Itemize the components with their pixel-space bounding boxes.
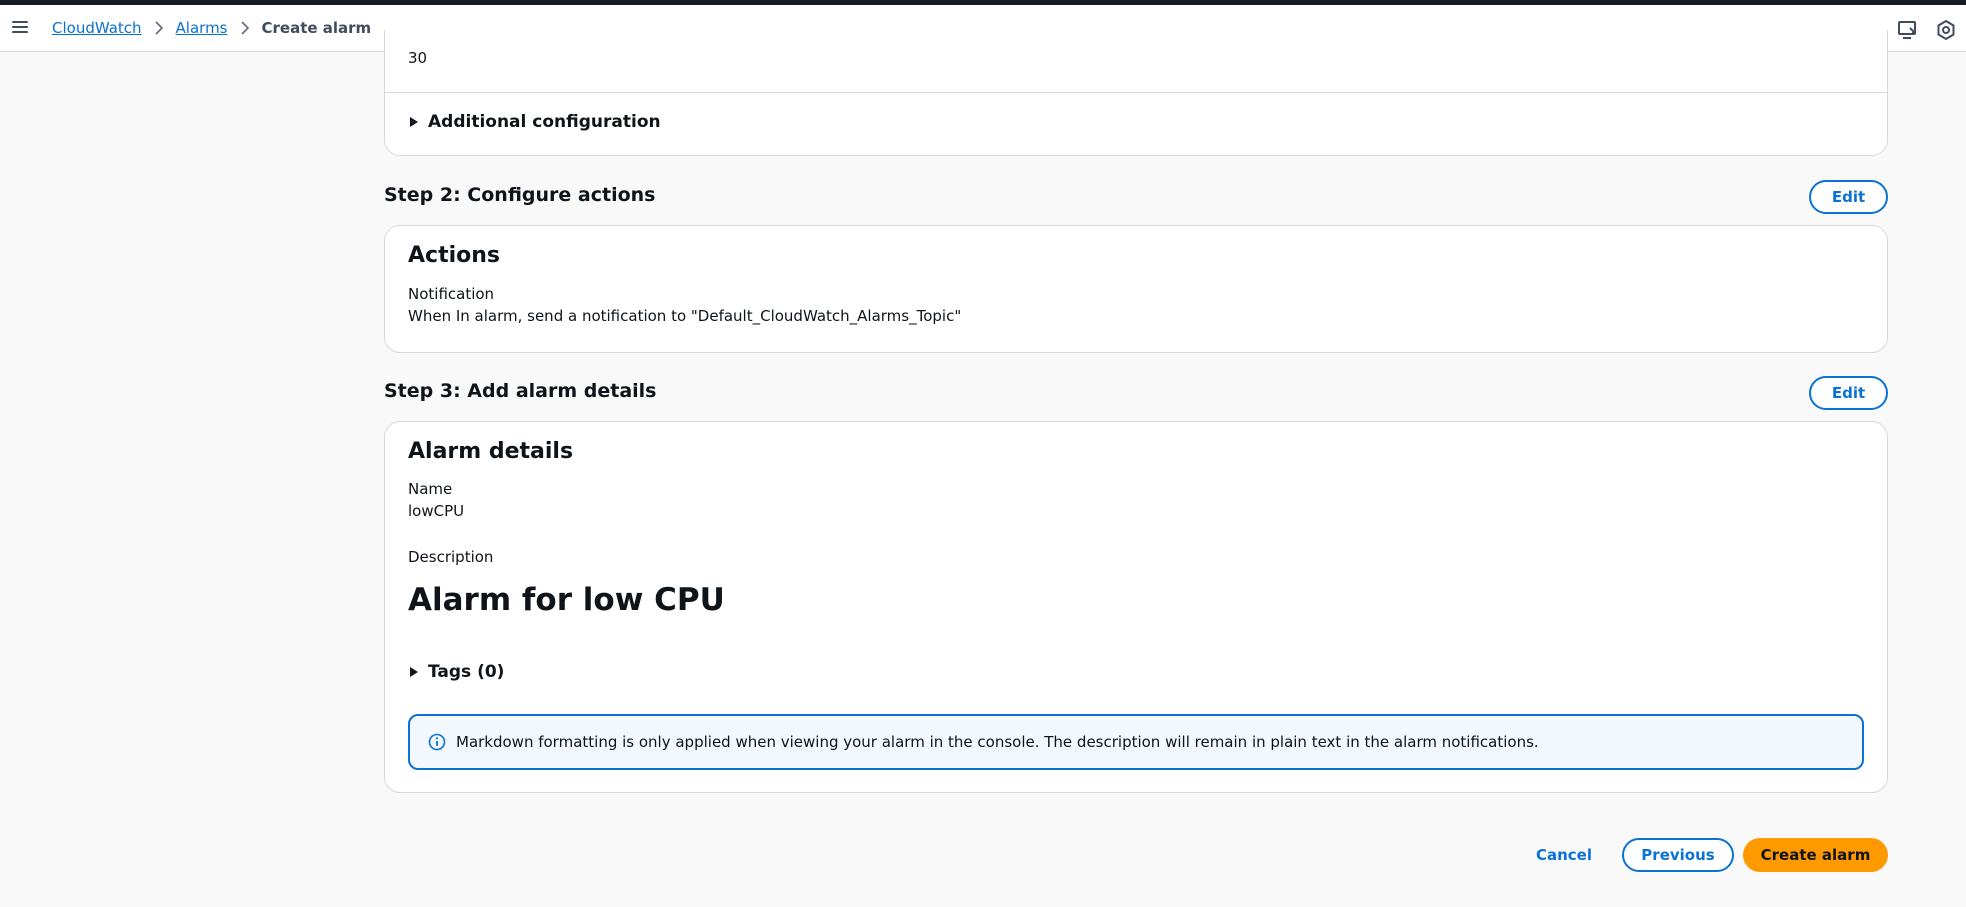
cancel-button[interactable]: Cancel xyxy=(1528,838,1600,872)
divider xyxy=(385,92,1887,93)
datapoints-value: 30 xyxy=(408,49,428,67)
notification-label: Notification xyxy=(408,285,495,303)
menu-icon[interactable] xyxy=(10,18,30,38)
step1-summary-card: 30 Additional configuration xyxy=(384,30,1888,156)
breadcrumb-current: Create alarm xyxy=(261,19,372,37)
chevron-right-icon xyxy=(240,20,250,36)
breadcrumb-cloudwatch[interactable]: CloudWatch xyxy=(52,19,142,37)
tags-label: Tags (0) xyxy=(428,662,505,682)
description-value: Alarm for low CPU xyxy=(408,582,725,618)
additional-configuration-expander[interactable]: Additional configuration xyxy=(410,112,661,132)
create-alarm-button[interactable]: Create alarm xyxy=(1743,838,1888,872)
cloudshell-icon[interactable] xyxy=(1896,18,1920,42)
actions-heading: Actions xyxy=(408,243,500,268)
markdown-info-alert: Markdown formatting is only applied when… xyxy=(408,714,1864,770)
additional-configuration-label: Additional configuration xyxy=(428,112,661,132)
alarm-details-card: Alarm details Name lowCPU Description Al… xyxy=(384,421,1888,793)
alarm-details-heading: Alarm details xyxy=(408,439,574,464)
settings-icon[interactable] xyxy=(1934,18,1958,42)
caret-right-icon xyxy=(410,117,418,127)
chevron-right-icon xyxy=(154,20,164,36)
description-label: Description xyxy=(408,548,494,566)
step2-title: Step 2: Configure actions xyxy=(384,184,656,206)
info-text: Markdown formatting is only applied when… xyxy=(456,733,1539,751)
tags-expander[interactable]: Tags (0) xyxy=(410,662,504,682)
info-icon xyxy=(428,733,446,751)
step2-edit-button[interactable]: Edit xyxy=(1809,180,1888,214)
previous-button[interactable]: Previous xyxy=(1622,838,1734,872)
step3-edit-button[interactable]: Edit xyxy=(1809,376,1888,410)
name-value: lowCPU xyxy=(408,502,465,520)
actions-card: Actions Notification When In alarm, send… xyxy=(384,225,1888,353)
step3-title: Step 3: Add alarm details xyxy=(384,380,657,402)
name-label: Name xyxy=(408,480,453,498)
caret-right-icon xyxy=(410,667,418,677)
breadcrumb: CloudWatch Alarms Create alarm xyxy=(52,19,371,37)
notification-value: When In alarm, send a notification to "D… xyxy=(408,307,962,325)
breadcrumb-alarms[interactable]: Alarms xyxy=(176,19,228,37)
